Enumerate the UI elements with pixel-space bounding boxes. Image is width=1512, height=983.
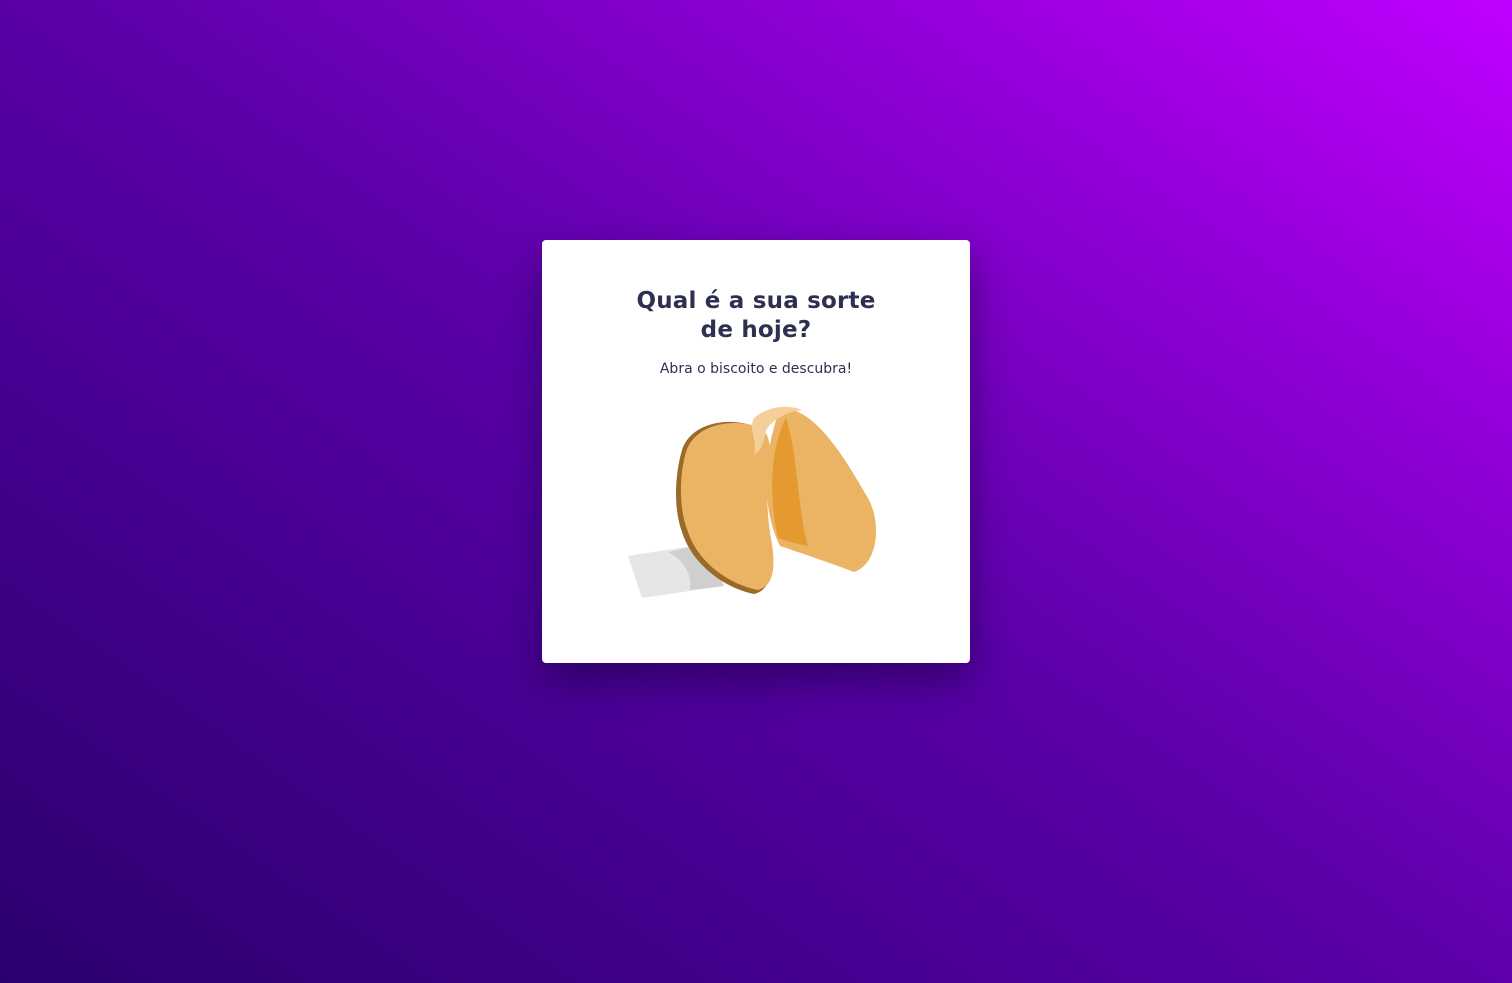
fortune-cookie-button[interactable] xyxy=(628,404,880,600)
card-title: Qual é a sua sorte de hoje? xyxy=(636,288,876,343)
fortune-card: Qual é a sua sorte de hoje? Abra o bisco… xyxy=(542,240,970,663)
fortune-cookie-icon xyxy=(628,406,877,598)
page-background: { "card": { "title": "Qual é a sua sorte… xyxy=(0,0,1512,983)
card-subtitle: Abra o biscoito e descubra! xyxy=(659,361,853,377)
